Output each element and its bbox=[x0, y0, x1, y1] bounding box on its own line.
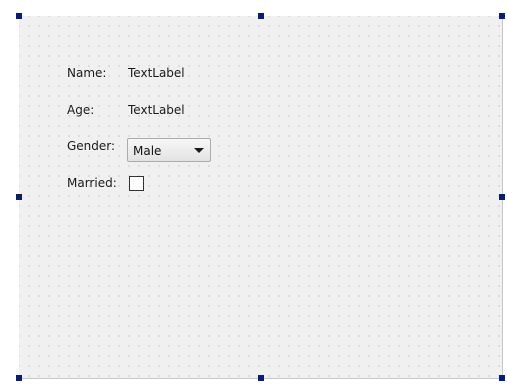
designer-canvas: Name: TextLabel Age: TextLabel Gender: M… bbox=[0, 0, 507, 387]
resize-handle-bottom[interactable] bbox=[258, 375, 264, 381]
age-value-label: TextLabel bbox=[128, 103, 185, 117]
name-value-label: TextLabel bbox=[128, 66, 185, 80]
name-label: Name: bbox=[67, 66, 107, 80]
resize-handle-left[interactable] bbox=[16, 194, 22, 200]
age-label: Age: bbox=[67, 103, 95, 117]
resize-handle-top-left[interactable] bbox=[16, 13, 22, 19]
resize-handle-bottom-left[interactable] bbox=[16, 375, 22, 381]
married-checkbox[interactable] bbox=[129, 176, 144, 191]
resize-handle-right[interactable] bbox=[499, 194, 505, 200]
resize-handle-bottom-right[interactable] bbox=[499, 375, 505, 381]
gender-label: Gender: bbox=[67, 139, 116, 153]
gender-selected-value: Male bbox=[133, 144, 162, 158]
chevron-down-icon[interactable] bbox=[194, 148, 204, 153]
resize-handle-top[interactable] bbox=[258, 13, 264, 19]
married-label: Married: bbox=[67, 176, 117, 190]
gender-combobox[interactable]: Male bbox=[127, 138, 211, 162]
resize-handle-top-right[interactable] bbox=[499, 13, 505, 19]
